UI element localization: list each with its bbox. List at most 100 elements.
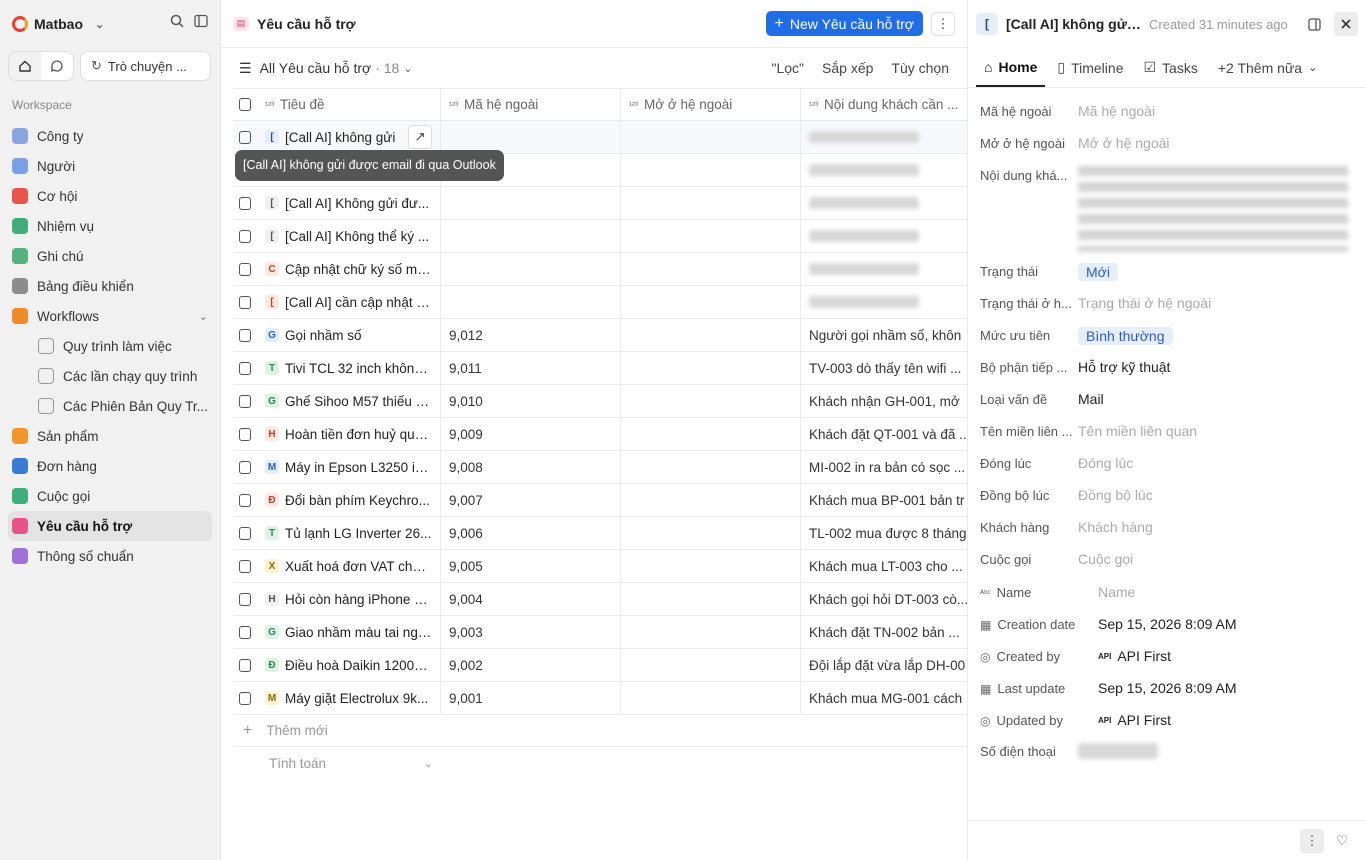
cell-open-external[interactable] <box>621 187 801 219</box>
cell-title[interactable]: G Giao nhầm màu tai ngh... <box>257 616 441 648</box>
field-row[interactable]: Bộ phận tiếp ... Hỗ trợ kỹ thuật <box>980 352 1354 384</box>
cell-external-code[interactable]: 9,005 <box>441 550 621 582</box>
row-checkbox[interactable] <box>239 295 251 309</box>
cell-content[interactable] <box>801 253 967 285</box>
tab-home[interactable]: ⌂ Home <box>976 48 1046 87</box>
row-checkbox[interactable] <box>239 328 251 342</box>
field-row[interactable]: Mức ưu tiên Bình thường <box>980 320 1354 352</box>
sidebar-item[interactable]: Các Phiên Bản Quy Tr... <box>8 391 212 421</box>
tab-tasks[interactable]: ☑ Tasks <box>1135 48 1205 87</box>
cell-content[interactable]: TV-003 dò thấy tên wifi ... <box>801 352 967 384</box>
table-row[interactable]: C Cập nhật chữ ký số mớ... <box>233 253 967 286</box>
column-header-external-code[interactable]: ¹²³ Mã hệ ngoài <box>441 89 621 120</box>
system-field-row[interactable]: ◎ Updated by API API First <box>980 704 1354 736</box>
cell-title[interactable]: G Gọi nhầm số <box>257 319 441 351</box>
cell-open-external[interactable] <box>621 682 801 714</box>
view-switcher[interactable]: All Yêu cầu hỗ trợ · 18 ⌄ <box>260 60 413 76</box>
cell-title[interactable]: [[Call AI] Không thể ký ... <box>257 220 441 252</box>
home-icon[interactable] <box>9 52 41 80</box>
cell-open-external[interactable] <box>621 517 801 549</box>
cell-content[interactable]: TL-002 mua được 8 tháng <box>801 517 967 549</box>
cell-title[interactable]: [[Call AI] không gửi ↗ <box>257 121 441 153</box>
cell-title[interactable]: Đ Điều hoà Daikin 12000... <box>257 649 441 681</box>
row-checkbox[interactable] <box>239 691 251 705</box>
cell-external-code[interactable] <box>441 121 621 153</box>
field-row[interactable]: Mã hệ ngoài Mã hệ ngoài <box>980 96 1354 128</box>
table-row[interactable]: G Gọi nhầm số 9,012 Người gọi nhầm số, khôn <box>233 319 967 352</box>
cell-title[interactable]: G Ghế Sihoo M57 thiếu ố... <box>257 385 441 417</box>
cell-external-code[interactable]: 9,012 <box>441 319 621 351</box>
tab-more[interactable]: +2 Thêm nữa ⌄ <box>1210 48 1325 87</box>
workspace-switcher[interactable]: Matbao ⌄ <box>8 10 108 38</box>
row-checkbox[interactable] <box>239 493 251 507</box>
row-checkbox[interactable] <box>239 394 251 408</box>
row-checkbox[interactable] <box>239 526 251 540</box>
cell-title[interactable]: M Máy in Epson L3250 in... <box>257 451 441 483</box>
system-field-row[interactable]: ▦ Creation date Sep 15, 2026 8:09 AM <box>980 608 1354 640</box>
table-row[interactable]: M Máy giặt Electrolux 9k... 9,001 Khách mua… <box>233 682 967 715</box>
table-row[interactable]: [[Call AI] cần cập nhật c... <box>233 286 967 319</box>
cell-open-external[interactable] <box>621 649 801 681</box>
cell-external-code[interactable] <box>441 286 621 318</box>
cell-external-code[interactable]: 9,009 <box>441 418 621 450</box>
system-field-row[interactable]: ◎ Created by API API First <box>980 640 1354 672</box>
cell-content[interactable]: Khách mua LT-003 cho ... <box>801 550 967 582</box>
row-checkbox[interactable] <box>239 658 251 672</box>
sidebar-item[interactable]: Bảng điều khiển <box>8 271 212 301</box>
chevron-down-icon[interactable]: ⌄ <box>199 310 208 323</box>
field-row[interactable]: Cuộc gọi Cuộc gọi <box>980 544 1354 576</box>
cell-content[interactable]: MI-002 in ra bản có sọc ... <box>801 451 967 483</box>
cell-open-external[interactable] <box>621 286 801 318</box>
field-row[interactable]: Tên miền liên ... Tên miền liên quan <box>980 416 1354 448</box>
row-checkbox[interactable] <box>239 229 251 243</box>
cell-open-external[interactable] <box>621 385 801 417</box>
sidebar-item[interactable]: Người <box>8 151 212 181</box>
cell-external-code[interactable]: 9,004 <box>441 583 621 615</box>
row-checkbox[interactable] <box>239 592 251 606</box>
filter-button[interactable]: "Lọc" <box>772 60 805 76</box>
chat-icon[interactable] <box>41 52 73 80</box>
row-checkbox[interactable] <box>239 361 251 375</box>
cell-external-code[interactable] <box>441 187 621 219</box>
cell-open-external[interactable] <box>621 616 801 648</box>
field-row[interactable]: Khách hàng Khách hàng <box>980 512 1354 544</box>
cell-open-external[interactable] <box>621 253 801 285</box>
cell-external-code[interactable]: 9,010 <box>441 385 621 417</box>
sort-button[interactable]: Sắp xếp <box>822 60 873 76</box>
cell-title[interactable]: T Tivi TCL 32 inch không... <box>257 352 441 384</box>
cell-open-external[interactable] <box>621 550 801 582</box>
cell-external-code[interactable]: 9,006 <box>441 517 621 549</box>
field-row[interactable]: Loại vấn đề Mail <box>980 384 1354 416</box>
cell-external-code[interactable]: 9,001 <box>441 682 621 714</box>
cell-title[interactable]: X Xuất hoá đơn VAT cho ... <box>257 550 441 582</box>
cell-external-code[interactable]: 9,008 <box>441 451 621 483</box>
cell-open-external[interactable] <box>621 220 801 252</box>
cell-open-external[interactable] <box>621 418 801 450</box>
cell-open-external[interactable] <box>621 121 801 153</box>
system-field-row[interactable]: ▦ Last update Sep 15, 2026 8:09 AM <box>980 672 1354 704</box>
table-row[interactable]: G Ghế Sihoo M57 thiếu ố... 9,010 Khách nhận… <box>233 385 967 418</box>
cell-external-code[interactable]: 9,003 <box>441 616 621 648</box>
cell-external-code[interactable]: 9,002 <box>441 649 621 681</box>
cell-content[interactable]: Khách gọi hỏi DT-003 cò... <box>801 583 967 615</box>
cell-external-code[interactable] <box>441 253 621 285</box>
row-checkbox[interactable] <box>239 427 251 441</box>
open-record-icon[interactable]: ↗ <box>408 125 432 149</box>
row-checkbox[interactable] <box>239 625 251 639</box>
table-row[interactable]: Đ Điều hoà Daikin 12000... 9,002 Đội lắp đặ… <box>233 649 967 682</box>
cell-content[interactable]: Khách mua BP-001 bản tr <box>801 484 967 516</box>
sidebar-item[interactable]: Sản phẩm <box>8 421 212 451</box>
field-row[interactable]: Nội dung khá... <box>980 160 1354 256</box>
cell-content[interactable] <box>801 220 967 252</box>
column-header-open-external[interactable]: ¹²³ Mở ở hệ ngoài <box>621 89 801 120</box>
sidebar-item[interactable]: Đơn hàng <box>8 451 212 481</box>
cell-title[interactable]: [[Call AI] Không gửi đư... <box>257 187 441 219</box>
add-new-row-button[interactable]: + Thêm mới <box>233 715 967 747</box>
row-checkbox[interactable] <box>239 262 251 276</box>
table-row[interactable]: H Hỏi còn hàng iPhone 1... 9,004 Khách gọi … <box>233 583 967 616</box>
table-row[interactable]: T Tivi TCL 32 inch không... 9,011 TV-003 dò… <box>233 352 967 385</box>
more-options-button[interactable]: ⋮ <box>931 11 955 36</box>
cell-open-external[interactable] <box>621 484 801 516</box>
table-row[interactable]: G Giao nhầm màu tai ngh... 9,003 Khách đặt … <box>233 616 967 649</box>
cell-content[interactable] <box>801 121 967 153</box>
